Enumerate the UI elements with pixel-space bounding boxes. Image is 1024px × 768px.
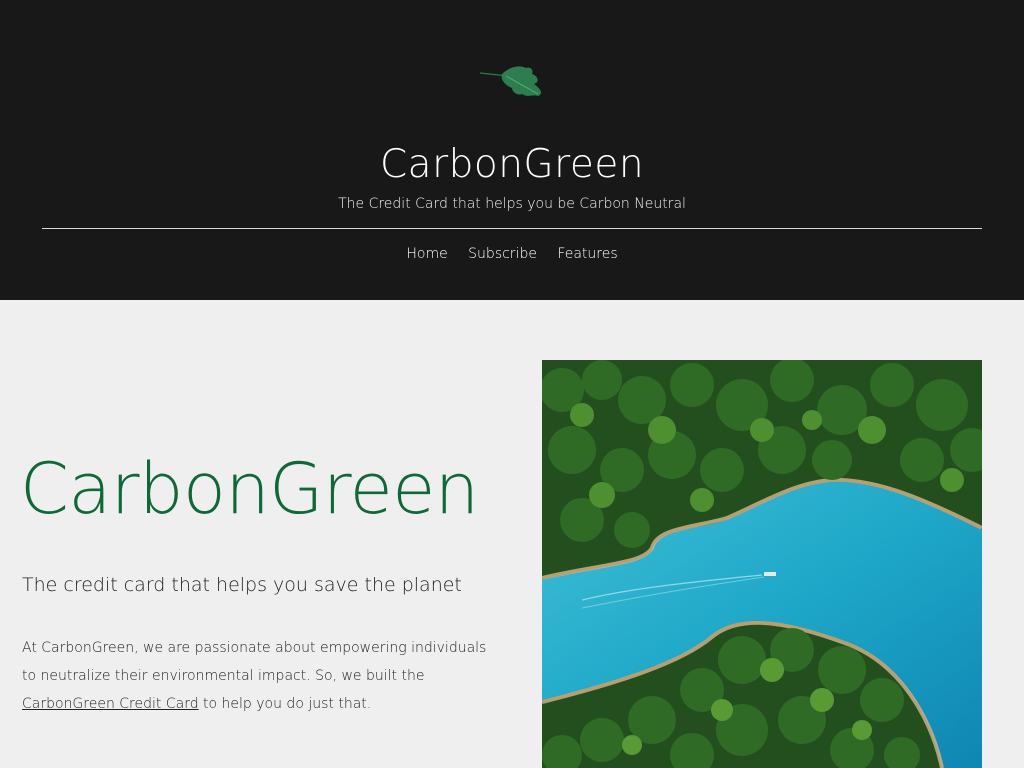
hero-title: CarbonGreen	[20, 448, 479, 530]
credit-card-link[interactable]: CarbonGreen Credit Card	[22, 696, 199, 712]
paragraph-text-end: to help you do just that.	[198, 696, 372, 712]
site-tagline: The Credit Card that helps you be Carbon…	[338, 196, 686, 212]
paragraph-text-start: At CarbonGreen, we are passionate about …	[22, 640, 487, 684]
site-title[interactable]: CarbonGreen	[0, 142, 1024, 187]
nav-features-link[interactable]: Features	[557, 246, 617, 262]
leaf-icon	[478, 64, 550, 100]
hero-subtitle: The credit card that helps you save the …	[22, 574, 462, 596]
forest-lake-aerial-photo	[542, 360, 982, 768]
nav-home-link[interactable]: Home	[406, 246, 447, 262]
site-header: CarbonGreen The Credit Card that helps y…	[0, 0, 1024, 300]
hero-paragraph: At CarbonGreen, we are passionate about …	[22, 634, 492, 718]
main-nav: Home Subscribe Features	[0, 246, 1024, 262]
nav-subscribe-link[interactable]: Subscribe	[468, 246, 537, 262]
header-divider	[42, 228, 982, 229]
